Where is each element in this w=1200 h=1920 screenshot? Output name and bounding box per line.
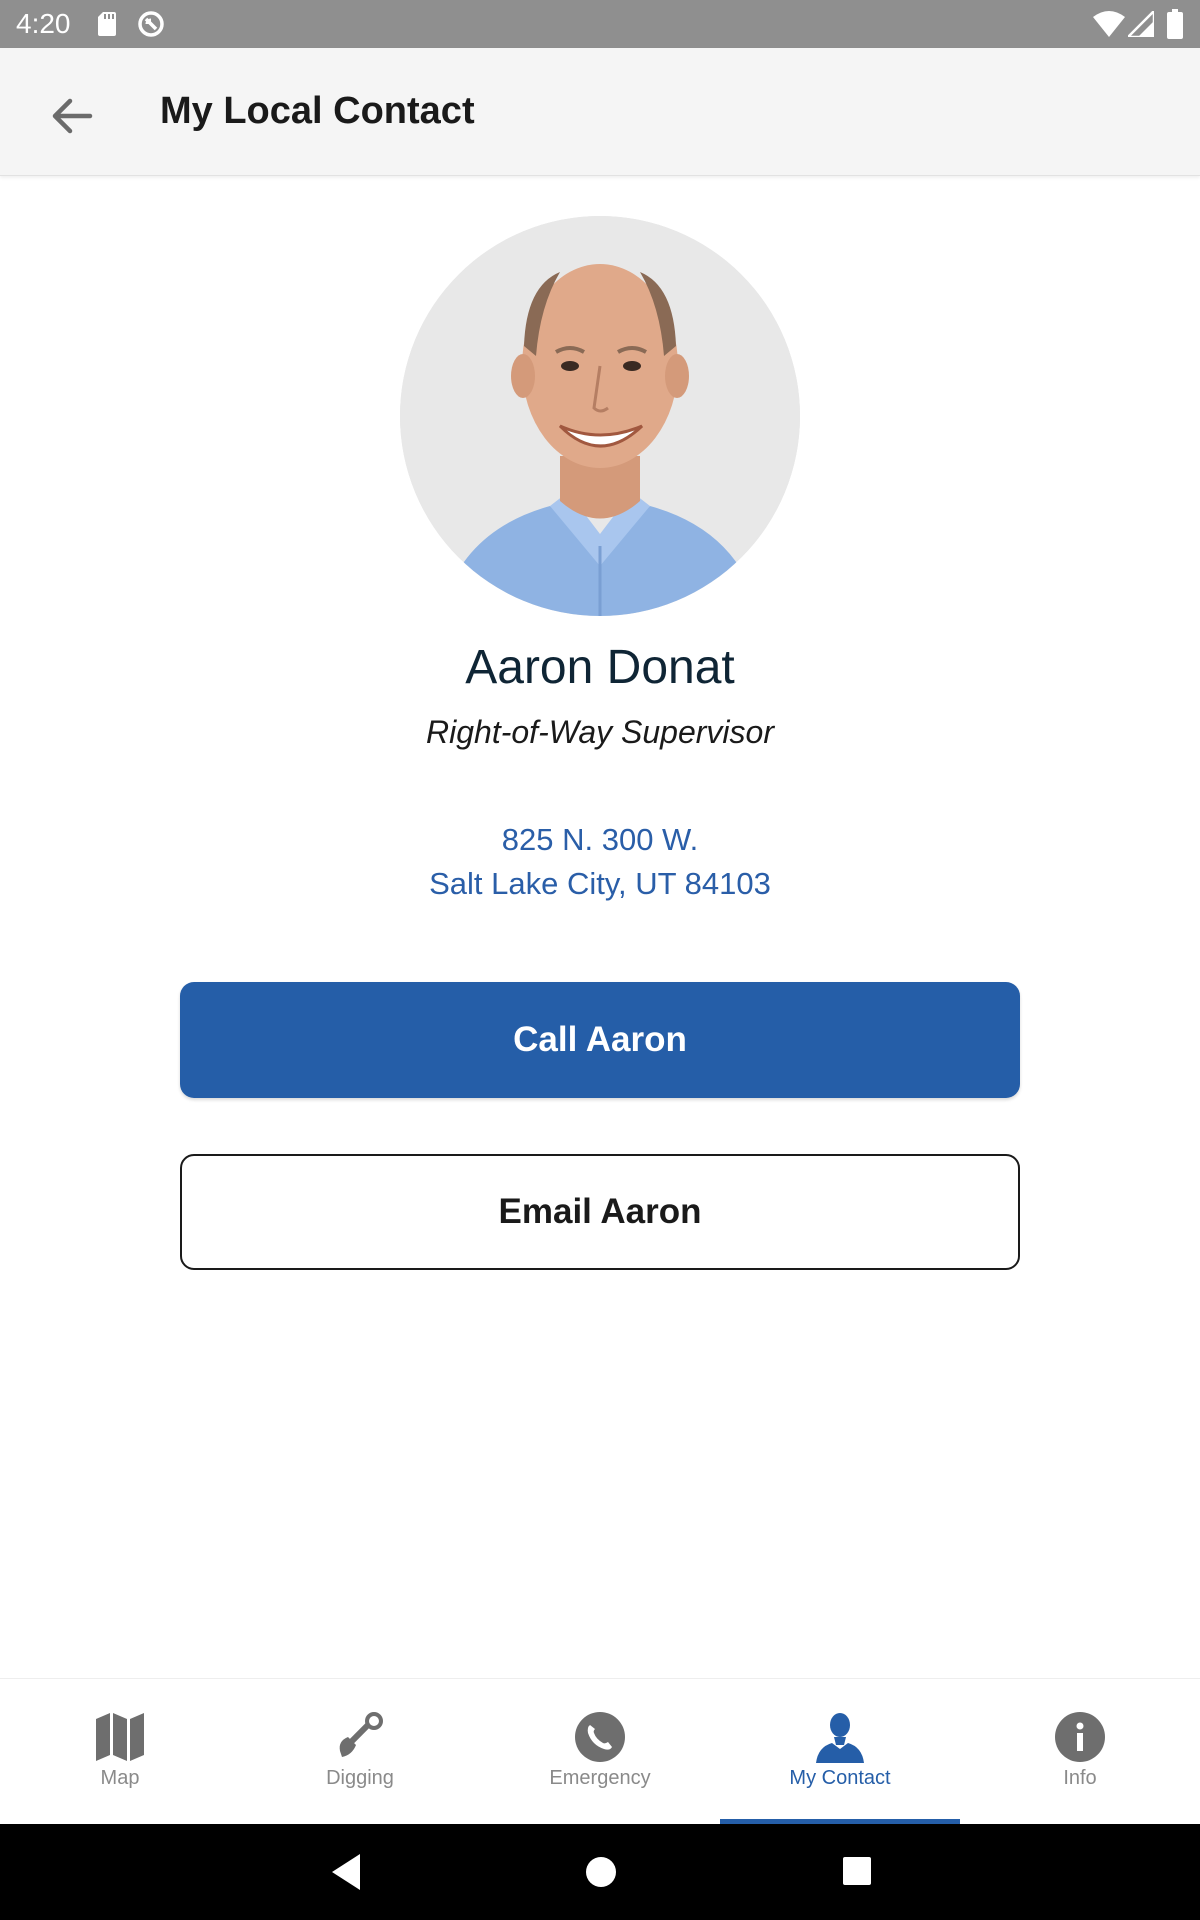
bottom-navigation: Map Digging Emergency My Contact Info — [0, 1678, 1200, 1825]
map-icon — [96, 1713, 144, 1761]
page-title: My Local Contact — [160, 90, 475, 132]
system-navigation-bar — [0, 1824, 1200, 1920]
call-button[interactable]: Call Aaron — [180, 982, 1020, 1098]
sync-disabled-icon — [138, 11, 164, 37]
sd-card-icon — [98, 12, 116, 36]
nav-item-map[interactable]: Map — [0, 1679, 240, 1825]
person-icon — [816, 1713, 864, 1763]
status-time: 4:20 — [16, 8, 71, 39]
nav-item-digging[interactable]: Digging — [240, 1679, 480, 1825]
address-line-2: Salt Lake City, UT 84103 — [429, 866, 771, 901]
nav-label-info: Info — [1063, 1767, 1097, 1789]
nav-label-digging: Digging — [326, 1767, 394, 1789]
system-home-icon[interactable] — [585, 1856, 617, 1888]
contact-photo — [400, 216, 800, 616]
signal-icon — [1128, 11, 1154, 37]
contact-avatar — [400, 216, 800, 616]
nav-item-emergency[interactable]: Emergency — [480, 1679, 720, 1825]
nav-label-map: Map — [100, 1767, 140, 1789]
nav-item-my-contact[interactable]: My Contact — [720, 1679, 960, 1825]
address-line-1: 825 N. 300 W. — [501, 822, 699, 857]
wifi-icon — [1093, 11, 1125, 37]
status-bar: 4:20 — [0, 0, 1200, 48]
app-bar: My Local Contact — [0, 48, 1200, 176]
system-back-icon[interactable] — [326, 1850, 370, 1894]
contact-name: Aaron Donat — [465, 641, 735, 694]
nav-label-my-contact: My Contact — [789, 1767, 891, 1789]
back-button[interactable] — [40, 84, 104, 148]
contact-role: Right-of-Way Supervisor — [426, 714, 774, 750]
email-button[interactable]: Email Aaron — [180, 1154, 1020, 1270]
arrow-back-icon — [52, 98, 93, 134]
battery-icon — [1167, 9, 1183, 39]
phone-icon — [575, 1712, 625, 1762]
info-icon — [1055, 1712, 1105, 1762]
nav-label-emergency: Emergency — [549, 1767, 651, 1789]
shovel-icon — [339, 1712, 383, 1757]
contact-address[interactable]: 825 N. 300 W. Salt Lake City, UT 84103 — [0, 818, 1200, 906]
system-recents-icon[interactable] — [842, 1856, 872, 1886]
screen: 4:20 My Local Contact Aaron Donat Right-… — [0, 0, 1200, 1920]
nav-item-info[interactable]: Info — [960, 1679, 1200, 1825]
